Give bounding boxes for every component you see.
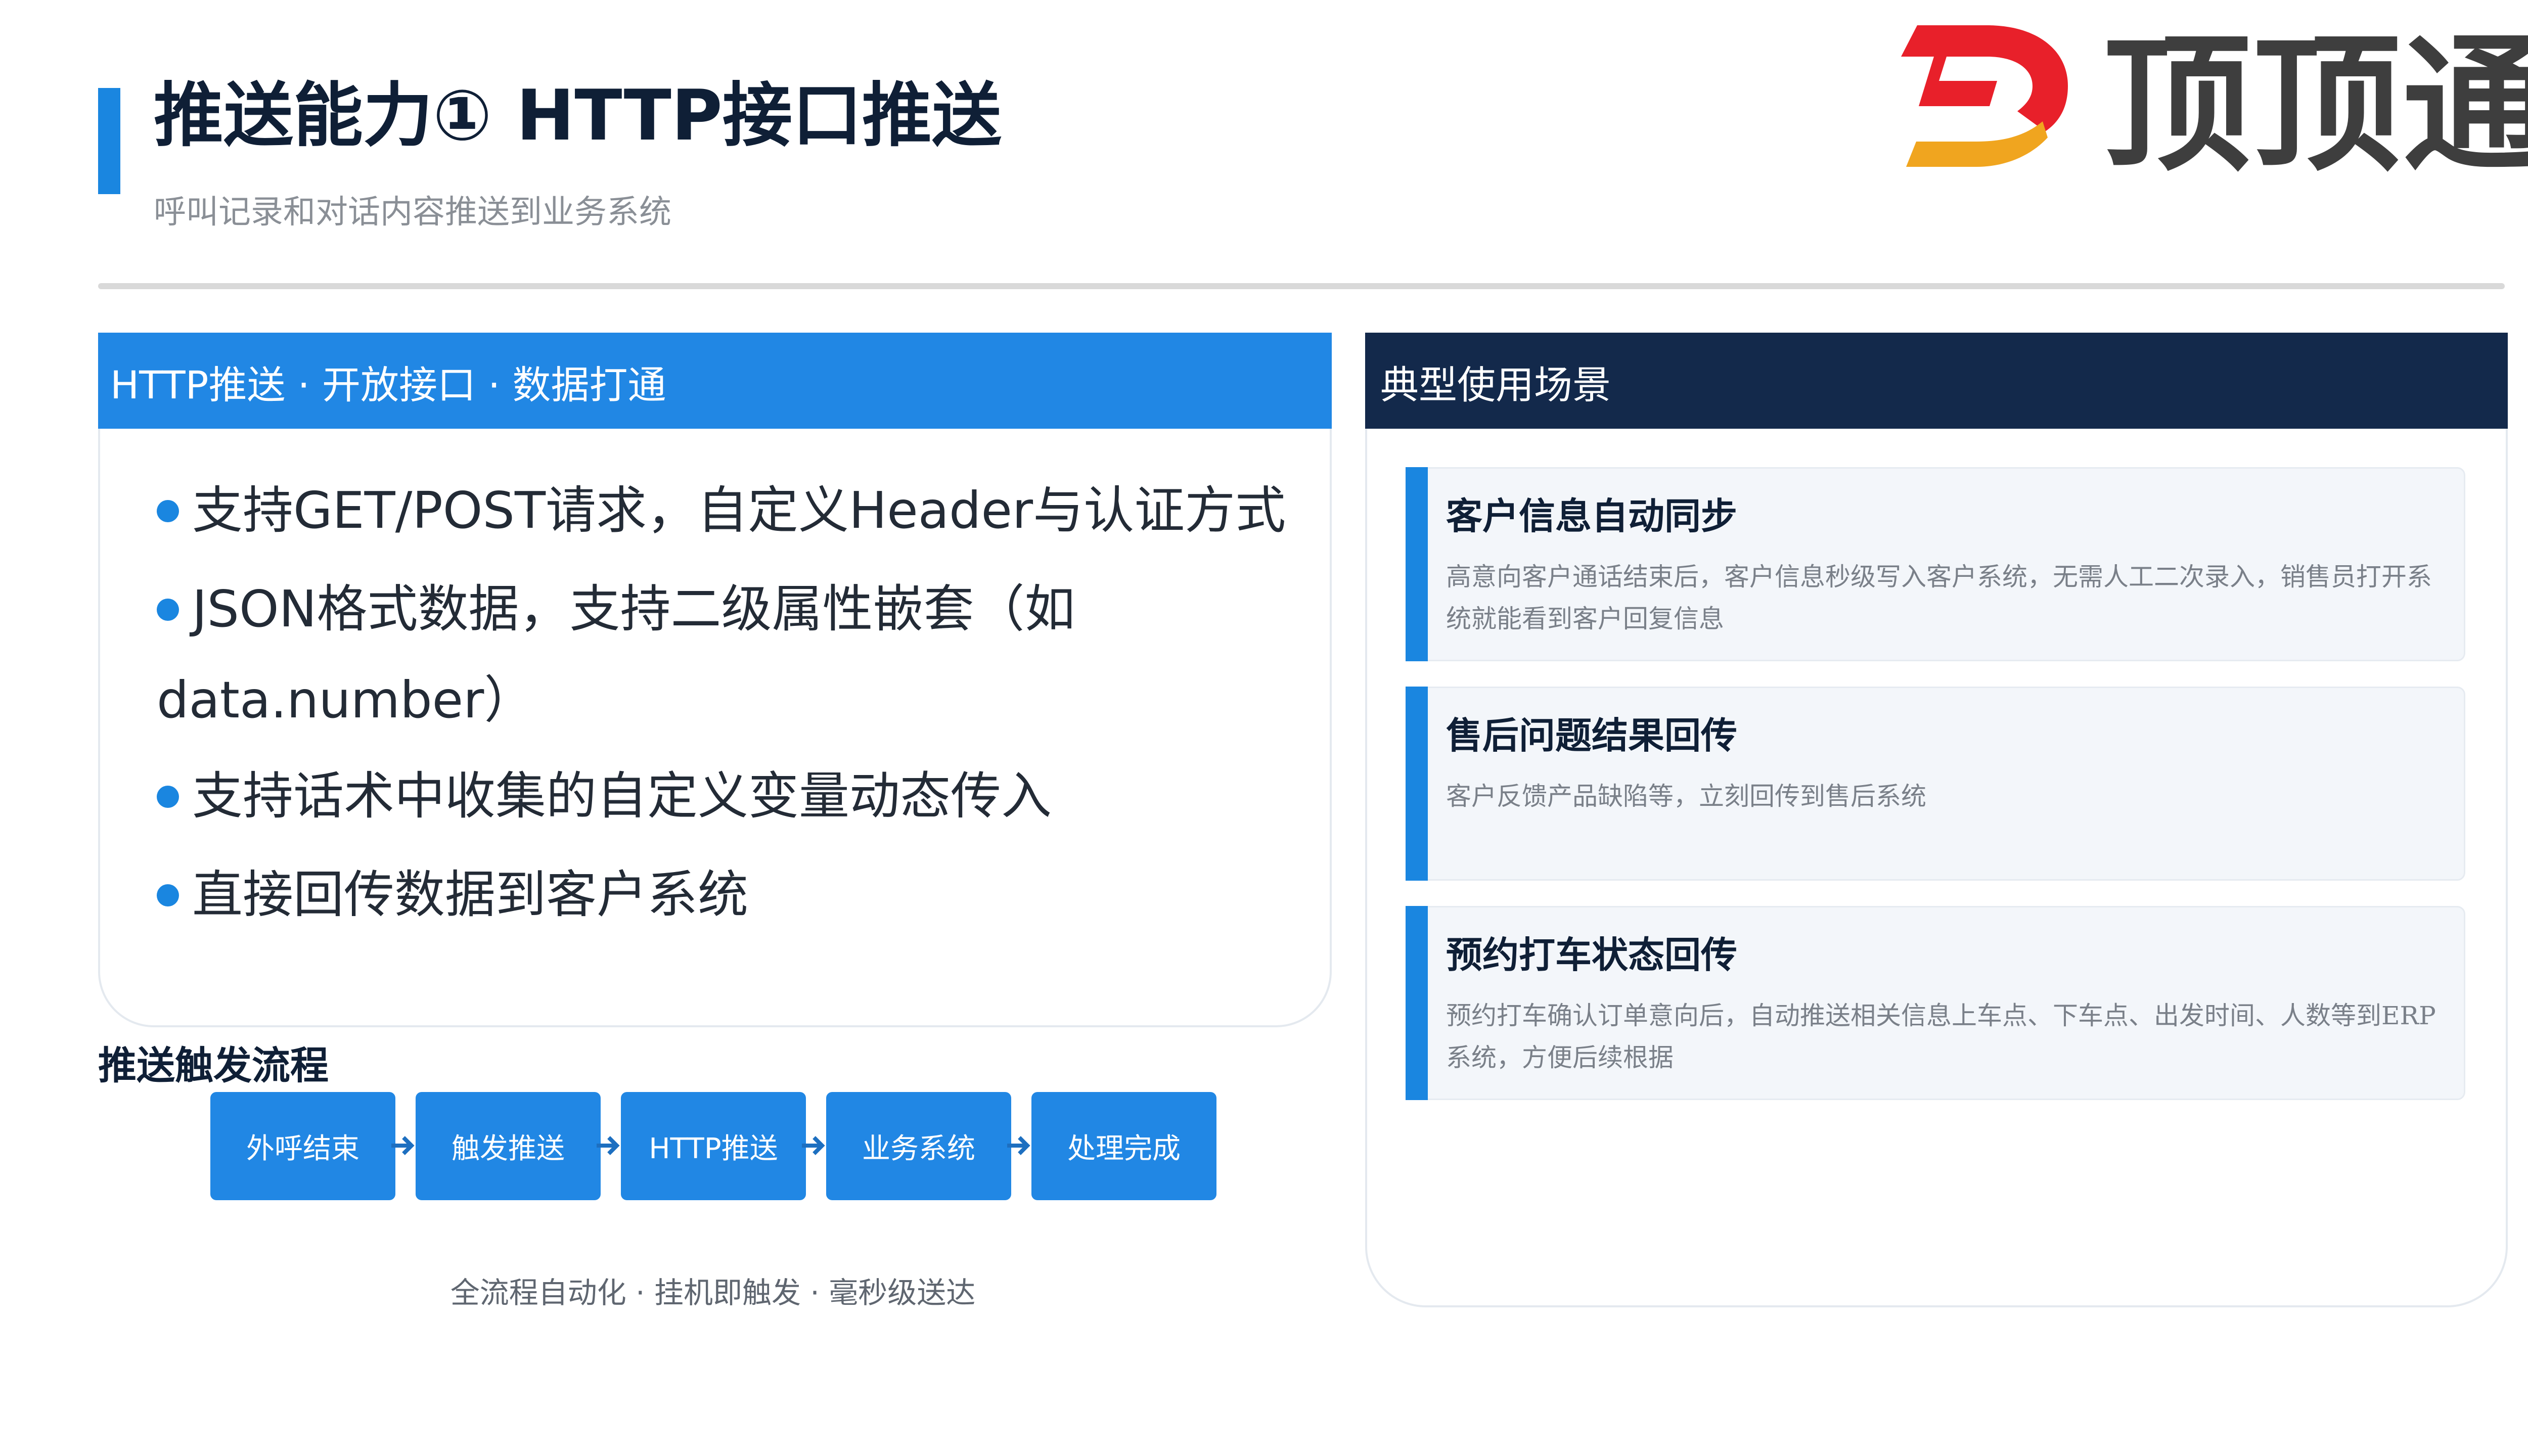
arrow-right-icon [1007, 1136, 1030, 1155]
flow-step: 处理完成 [1031, 1092, 1216, 1200]
flow-step: 触发推送 [416, 1092, 601, 1200]
header-divider [98, 283, 2505, 289]
scenario-card-title: 预约打车状态回传 [1446, 934, 1738, 976]
feature-bullet: 支持话术中收集的自定义变量动态传入 [157, 766, 1052, 827]
flow-step: 外呼结束 [210, 1092, 395, 1200]
bullet-dot-icon [157, 499, 179, 522]
arrow-right-icon [802, 1136, 825, 1155]
scenarios-panel-title: 典型使用场景 [1380, 362, 1611, 407]
flow-title: 推送触发流程 [98, 1043, 329, 1088]
scenario-card-title: 客户信息自动同步 [1446, 495, 1738, 537]
scenario-card-desc: 客户反馈产品缺陷等，立刻回传到售后系统 [1446, 782, 1926, 811]
feature-bullet-continuation: data.number） [157, 670, 535, 730]
arrow-right-icon [597, 1136, 620, 1155]
arrow-right-icon [391, 1136, 415, 1155]
features-panel-title: HTTP推送 · 开放接口 · 数据打通 [110, 362, 666, 407]
scenario-card-accent [1406, 687, 1428, 881]
feature-bullet: JSON格式数据，支持二级属性嵌套（如 [157, 579, 1075, 640]
page-title: 推送能力① HTTP接口推送 [154, 75, 1002, 156]
scenario-card-accent [1406, 906, 1428, 1100]
flow-step: HTTP推送 [621, 1092, 806, 1200]
bullet-dot-icon [157, 884, 179, 906]
scenario-card-title: 售后问题结果回传 [1446, 714, 1738, 757]
feature-bullet: 直接回传数据到客户系统 [157, 864, 748, 925]
flow-caption: 全流程自动化 · 挂机即触发 · 毫秒级送达 [450, 1276, 976, 1310]
title-accent-bar [98, 88, 120, 194]
feature-bullet: 支持GET/POST请求，自定义Header与认证方式 [157, 480, 1286, 541]
brand-name: 顶顶通 [2103, 19, 2528, 191]
flow-step: 业务系统 [826, 1092, 1011, 1200]
page-subtitle: 呼叫记录和对话内容推送到业务系统 [154, 194, 671, 231]
scenario-card-desc: 高意向客户通话结束后，客户信息秒级写入客户系统，无需人工二次录入，销售员打开系统… [1446, 562, 2432, 633]
scenario-card-desc: 预约打车确认订单意向后，自动推送相关信息上车点、下车点、出发时间、人数等到ERP… [1446, 1001, 2436, 1072]
scenario-card-accent [1406, 467, 1428, 661]
bullet-dot-icon [157, 598, 179, 621]
dingdingtong-d-logo-icon [1901, 25, 2068, 167]
bullet-dot-icon [157, 785, 179, 808]
